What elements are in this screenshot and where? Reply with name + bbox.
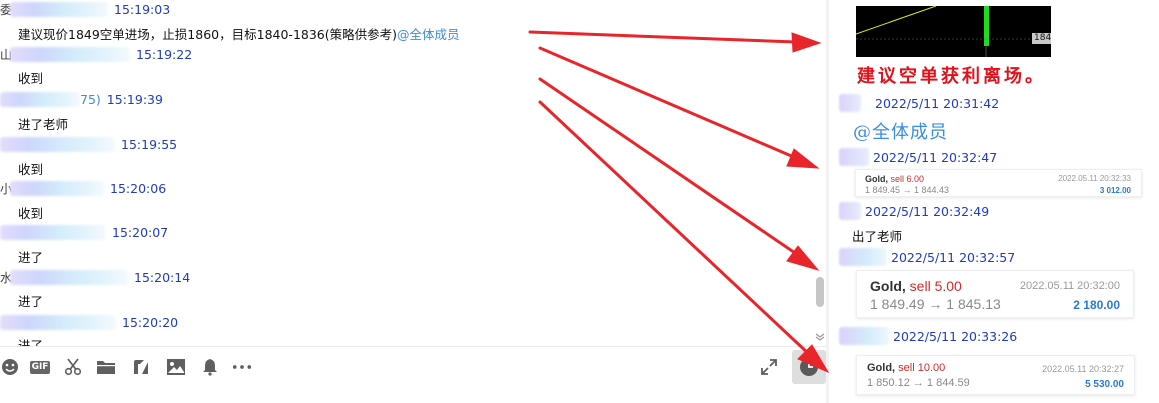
- message-header: 2022/5/11 20:32:49: [839, 202, 989, 220]
- sender-name-blurred: [0, 136, 115, 152]
- message-header: 小 15:20:06: [0, 179, 166, 197]
- message-time: 15:19:03: [114, 1, 171, 17]
- message-header: 2022/5/11 20:31:42: [839, 94, 999, 112]
- message-time: 2022/5/11 20:32:57: [891, 249, 1016, 265]
- message-header: 2022/5/11 20:33:26: [839, 327, 1017, 345]
- chart-price-label: 1843.00: [1032, 33, 1051, 44]
- sender-id-suffix: 75): [80, 91, 101, 107]
- message-header: 75) 15:19:39: [0, 90, 163, 108]
- trade-date: 2022.05.11 20:32:00: [1019, 280, 1120, 292]
- bell-icon[interactable]: [200, 357, 220, 377]
- more-options-icon[interactable]: [232, 357, 252, 377]
- chat-message-list[interactable]: 委 15:19:03 建议现价1849空单进场，止损1860，目标1840-18…: [0, 0, 826, 346]
- sender-name-blurred: [0, 314, 116, 330]
- sender-name-blurred: [10, 46, 131, 62]
- trade-profit: 2 180.00: [1073, 298, 1120, 312]
- trade-profit: 3 012.00: [1099, 186, 1131, 195]
- trade-profit: 5 530.00: [1085, 379, 1124, 390]
- message-header: 委 15:19:03: [0, 0, 170, 18]
- trade-date: 2022.05.11 20:32:27: [1042, 364, 1124, 374]
- sender-name-blurred: [0, 224, 106, 240]
- trade-card: Gold, sell 5.00 2022.05.11 20:32:00 1 84…: [856, 270, 1134, 318]
- trade-card: Gold, sell 6.00 2022.05.11 20:32:33 1 84…: [855, 169, 1142, 197]
- trade-title: Gold, sell 6.00: [865, 174, 925, 184]
- chat-input-toolbar: GIF: [0, 346, 826, 386]
- expand-icon[interactable]: [759, 357, 779, 377]
- trade-date: 2022.05.11 20:32:33: [1058, 174, 1131, 183]
- message-time: 15:19:39: [106, 91, 163, 107]
- trade-prices: 1 850.12 → 1 844.59: [867, 377, 970, 389]
- trade-prices: 1 849.45 → 1 844.43: [865, 185, 950, 195]
- mention-all-text[interactable]: @全体成员: [853, 118, 948, 144]
- message-time: 15:20:07: [112, 224, 169, 240]
- avatar: [839, 148, 869, 166]
- sender-name-blurred: [10, 269, 129, 285]
- trade-title: Gold, sell 5.00: [870, 278, 962, 294]
- message-text: 进了: [18, 294, 44, 309]
- message-time: 15:20:20: [122, 314, 179, 330]
- gif-icon[interactable]: GIF: [29, 357, 51, 377]
- message-header: 水 15:20:14: [0, 268, 190, 286]
- strategy-text: 建议现价1849空单进场，止损1860，目标1840-1836(策略供参考): [18, 27, 398, 42]
- sender-name-blurred: [10, 1, 109, 17]
- message-time: 15:20:06: [110, 180, 167, 196]
- message-header: 山 15:19:22: [0, 45, 192, 63]
- trade-card: Gold, sell 10.00 2022.05.11 20:32:27 1 8…: [856, 355, 1135, 395]
- history-clock-button[interactable]: [792, 350, 826, 384]
- mention-all-link[interactable]: @全体成员: [397, 27, 460, 42]
- price-chart-thumbnail: 1843.00: [856, 6, 1051, 57]
- sender-name-blurred: [10, 180, 105, 196]
- collapse-chevron-icon[interactable]: [815, 330, 825, 344]
- message-text: 进了: [18, 338, 44, 346]
- avatar: [839, 327, 889, 345]
- emoji-icon[interactable]: [0, 357, 20, 377]
- message-header: 15:19:55: [0, 135, 177, 153]
- message-text: 收到: [18, 71, 44, 86]
- announcement-panel: 1843.00 建议空单获利离场。 2022/5/11 20:31:42 @全体…: [829, 0, 1159, 403]
- message-header: 15:20:07: [0, 223, 168, 241]
- message-time: 15:19:22: [136, 46, 193, 62]
- message-text: 收到: [18, 162, 44, 177]
- sender-name-blurred: [0, 91, 80, 107]
- message-header: 2022/5/11 20:32:47: [839, 148, 997, 166]
- take-profit-announcement: 建议空单获利离场。: [857, 66, 1046, 87]
- message-time: 15:20:14: [134, 269, 191, 285]
- message-header: 15:20:20: [0, 313, 178, 331]
- message-header: 2022/5/11 20:32:57: [839, 248, 1015, 266]
- clock-icon: [800, 358, 818, 376]
- avatar: [839, 94, 861, 112]
- message-time: 2022/5/11 20:31:42: [875, 95, 1000, 111]
- image-icon[interactable]: [166, 357, 186, 377]
- folder-icon[interactable]: [96, 357, 116, 377]
- message-text: 出了老师: [852, 229, 903, 244]
- scissors-icon[interactable]: [63, 357, 83, 377]
- message-text: 进了老师: [18, 117, 69, 132]
- message-text: 建议现价1849空单进场，止损1860，目标1840-1836(策略供参考)@全…: [18, 24, 460, 43]
- chat-scrollbar-thumb[interactable]: [816, 277, 824, 307]
- screenshot-frame-icon[interactable]: [131, 357, 151, 377]
- message-time: 2022/5/11 20:32:47: [873, 149, 998, 165]
- avatar: [839, 202, 861, 220]
- message-text: 进了: [18, 250, 44, 265]
- trade-prices: 1 849.49 → 1 845.13: [870, 296, 1001, 312]
- message-time: 15:19:55: [121, 136, 178, 152]
- avatar: [839, 248, 887, 266]
- message-time: 2022/5/11 20:33:26: [893, 328, 1018, 344]
- trade-title: Gold, sell 10.00: [867, 362, 946, 374]
- message-time: 2022/5/11 20:32:49: [865, 203, 990, 219]
- message-text: 收到: [18, 206, 44, 221]
